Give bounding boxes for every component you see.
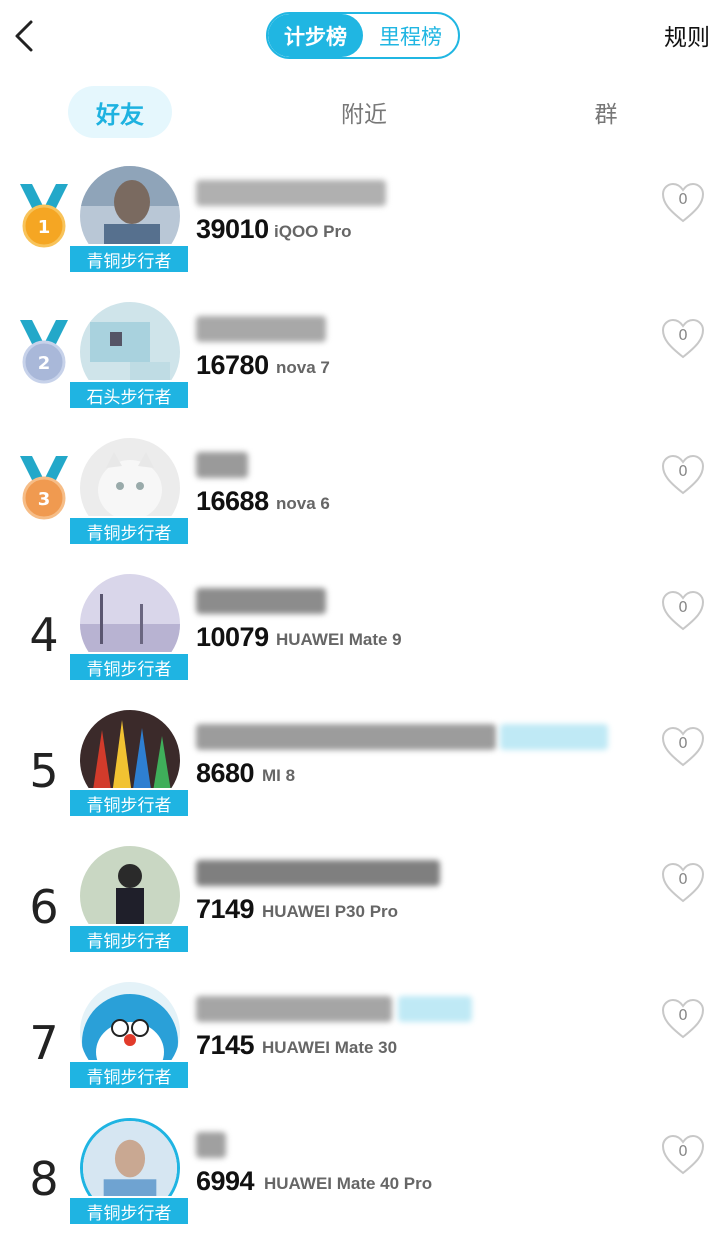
device-model: HUAWEI P30 Pro — [262, 902, 399, 921]
list-item[interactable]: 4 青铜步行者 10079 HUAWEI Mate 9 0 — [0, 574, 724, 704]
tab-step-ranking[interactable]: 计步榜 — [268, 14, 363, 57]
rules-link[interactable]: 规则 — [664, 18, 710, 52]
bronze-medal-icon: 3 — [20, 456, 68, 520]
svg-text:3: 3 — [38, 489, 51, 510]
device-model: HUAWEI Mate 9 — [276, 630, 402, 649]
username-redacted — [196, 452, 248, 478]
username-redacted — [196, 316, 326, 342]
step-count: 10079 — [196, 622, 269, 652]
gold-medal-icon: 1 — [20, 184, 68, 248]
step-count: 16780 — [196, 350, 269, 380]
rank-number: 7 — [29, 1016, 59, 1070]
step-count: 7149 — [196, 894, 255, 924]
svg-text:1: 1 — [38, 217, 51, 238]
list-item[interactable]: 7 青铜步行者 7145 HUAWEI Mate 30 0 — [0, 982, 724, 1112]
step-count: 7145 — [196, 1030, 255, 1060]
device-model: nova 6 — [276, 494, 330, 513]
username-redacted — [196, 724, 496, 750]
chevron-left-icon — [15, 20, 33, 52]
username-redacted — [196, 588, 326, 614]
username-redacted — [196, 1132, 226, 1158]
tag-redacted — [500, 724, 608, 750]
device-model: HUAWEI Mate 40 Pro — [264, 1174, 433, 1193]
rank-number: 4 — [29, 608, 59, 662]
list-item[interactable]: 2 石头步行者 16780 nova 7 0 — [0, 302, 724, 432]
scope-tabs: 好友 附近 群 — [0, 86, 724, 138]
tab-group[interactable]: 群 — [576, 86, 636, 138]
device-model: iQOO Pro — [274, 222, 352, 241]
step-count: 39010 — [196, 214, 269, 244]
top-bar: 计步榜 里程榜 规则 — [0, 0, 724, 72]
tab-nearby[interactable]: 附近 — [318, 86, 410, 138]
title-badge: 青铜步行者 — [68, 924, 190, 954]
tag-redacted — [398, 996, 472, 1022]
list-item[interactable]: 6 青铜步行者 7149 HUAWEI P30 Pro 0 — [0, 846, 724, 976]
title-badge: 石头步行者 — [68, 380, 190, 410]
like-count: 0 — [678, 598, 688, 616]
ranking-type-switch: 计步榜 里程榜 — [266, 12, 460, 59]
rank-number: 5 — [29, 744, 59, 798]
back-button[interactable] — [6, 14, 42, 58]
title-badge: 青铜步行者 — [68, 1196, 190, 1226]
like-count: 0 — [678, 734, 688, 752]
username-redacted — [196, 180, 386, 206]
device-model: MI 8 — [262, 766, 296, 785]
title-badge: 青铜步行者 — [68, 244, 190, 274]
like-count: 0 — [678, 462, 688, 480]
username-redacted — [196, 996, 392, 1022]
title-badge: 青铜步行者 — [68, 516, 190, 546]
device-model: HUAWEI Mate 30 — [262, 1038, 398, 1057]
like-count: 0 — [678, 1142, 688, 1160]
title-badge: 青铜步行者 — [68, 652, 190, 682]
list-item[interactable]: 1 青铜步行者 39010 iQOO Pro 0 — [0, 166, 724, 296]
title-badge: 青铜步行者 — [68, 788, 190, 818]
silver-medal-icon: 2 — [20, 320, 68, 384]
step-count: 16688 — [196, 486, 269, 516]
list-item[interactable]: 8 青铜步行者 6994 HUAWEI Mate 40 Pro 0 — [0, 1118, 724, 1242]
like-count: 0 — [678, 1006, 688, 1024]
step-count: 6994 — [196, 1166, 255, 1196]
tab-friends[interactable]: 好友 — [68, 86, 172, 138]
rank-number: 8 — [29, 1152, 59, 1206]
like-count: 0 — [678, 870, 688, 888]
step-count: 8680 — [196, 758, 255, 788]
username-redacted — [196, 860, 440, 886]
like-count: 0 — [678, 326, 688, 344]
device-model: nova 7 — [276, 358, 330, 377]
tab-distance-ranking[interactable]: 里程榜 — [363, 14, 458, 57]
list-item[interactable]: 5 青铜步行者 8680 MI 8 0 — [0, 710, 724, 840]
svg-text:2: 2 — [38, 353, 51, 374]
title-badge: 青铜步行者 — [68, 1060, 190, 1090]
list-item[interactable]: 3 青铜步行者 16688 nova 6 0 — [0, 438, 724, 568]
rank-number: 6 — [29, 880, 59, 934]
like-count: 0 — [678, 190, 688, 208]
